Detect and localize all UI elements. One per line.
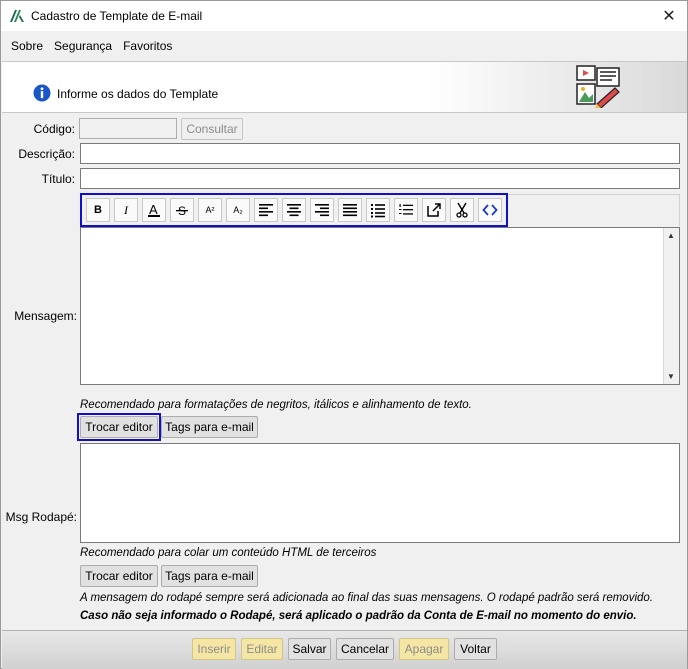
rodape-hint: Recomendado para colar um conteúdo HTML …: [80, 547, 377, 559]
align-center-icon: [287, 204, 301, 217]
italic-button[interactable]: I: [114, 198, 138, 222]
footer-note-1: A mensagem do rodapé sempre será adicion…: [80, 592, 653, 604]
strikethrough-button[interactable]: S: [170, 198, 194, 222]
rich-text-toolbar: B I A S A² A₂: [80, 193, 508, 227]
descricao-label: Descrição:: [18, 147, 75, 161]
mensagem-label: Mensagem:: [14, 309, 77, 323]
external-link-icon: [427, 203, 441, 217]
numbered-list-icon: [399, 204, 413, 215]
app-logo-icon: [10, 10, 24, 22]
rodape-tags-email-button[interactable]: Tags para e-mail: [161, 565, 258, 587]
cancelar-button[interactable]: Cancelar: [336, 638, 394, 660]
title-bar: Cadastro de Template de E-mail ✕: [1, 1, 687, 31]
rodape-textarea[interactable]: [80, 443, 680, 543]
footer-note-2: Caso não seja informado o Rodapé, será a…: [80, 610, 637, 622]
superscript-icon: A²: [205, 205, 215, 215]
align-center-button[interactable]: [282, 198, 306, 222]
consultar-button[interactable]: Consultar: [181, 118, 243, 140]
header-info-text: Informe os dados do Template: [57, 87, 219, 101]
window-title: Cadastro de Template de E-mail: [31, 9, 203, 23]
info-icon: [33, 84, 51, 102]
align-justify-icon: [343, 204, 357, 217]
scroll-down-icon[interactable]: ▼: [667, 372, 675, 381]
main-window: Cadastro de Template de E-mail ✕ Sobre S…: [0, 0, 688, 669]
superscript-button[interactable]: A²: [198, 198, 222, 222]
bullet-list-icon: [371, 204, 385, 218]
rodape-label: Msg Rodapé:: [5, 510, 77, 524]
descricao-field[interactable]: [80, 143, 680, 164]
numbered-list-button[interactable]: [394, 198, 418, 222]
toolbar-extension: [508, 194, 680, 226]
editar-button[interactable]: Editar: [241, 638, 283, 660]
bullet-list-button[interactable]: [366, 198, 390, 222]
bold-button[interactable]: B: [86, 198, 110, 222]
italic-icon: I: [124, 202, 128, 217]
email-template-illustration-icon: [576, 65, 620, 108]
code-button[interactable]: [478, 198, 502, 222]
code-icon: [482, 204, 498, 216]
subscript-icon: A₂: [233, 205, 243, 215]
font-color-button[interactable]: A: [142, 198, 166, 222]
trocar-editor-button[interactable]: Trocar editor: [80, 416, 158, 438]
codigo-field[interactable]: [79, 118, 177, 139]
align-left-icon: [259, 204, 273, 217]
menu-sobre[interactable]: Sobre: [7, 39, 50, 53]
align-justify-button[interactable]: [338, 198, 362, 222]
menu-bar: Sobre Segurança Favoritos: [1, 34, 687, 58]
codigo-label: Código:: [33, 122, 75, 136]
cut-button[interactable]: [450, 198, 474, 222]
cut-icon: [456, 202, 468, 218]
inserir-button[interactable]: Inserir: [192, 638, 236, 660]
mensagem-editor[interactable]: ▲ ▼: [80, 227, 680, 385]
subscript-button[interactable]: A₂: [226, 198, 250, 222]
titulo-field[interactable]: [80, 168, 680, 189]
editor-scrollbar[interactable]: ▲ ▼: [663, 228, 679, 384]
titulo-label: Título:: [41, 172, 75, 186]
menu-favoritos[interactable]: Favoritos: [119, 39, 179, 53]
align-left-button[interactable]: [254, 198, 278, 222]
bold-icon: B: [94, 204, 102, 216]
align-right-button[interactable]: [310, 198, 334, 222]
menu-seguranca[interactable]: Segurança: [50, 39, 119, 53]
strikethrough-icon: S: [176, 204, 188, 218]
close-icon: ✕: [662, 8, 676, 25]
align-right-icon: [315, 204, 329, 217]
salvar-button[interactable]: Salvar: [288, 638, 331, 660]
mensagem-hint: Recomendado para formatações de negritos…: [80, 399, 472, 411]
close-button[interactable]: ✕: [657, 5, 681, 27]
external-link-button[interactable]: [422, 198, 446, 222]
font-color-icon: A: [148, 202, 160, 217]
svg-text:A: A: [149, 202, 158, 217]
tags-email-button[interactable]: Tags para e-mail: [161, 416, 258, 438]
scroll-up-icon[interactable]: ▲: [667, 231, 675, 240]
voltar-button[interactable]: Voltar: [454, 638, 497, 660]
apagar-button[interactable]: Apagar: [399, 638, 449, 660]
rodape-trocar-editor-button[interactable]: Trocar editor: [80, 565, 158, 587]
